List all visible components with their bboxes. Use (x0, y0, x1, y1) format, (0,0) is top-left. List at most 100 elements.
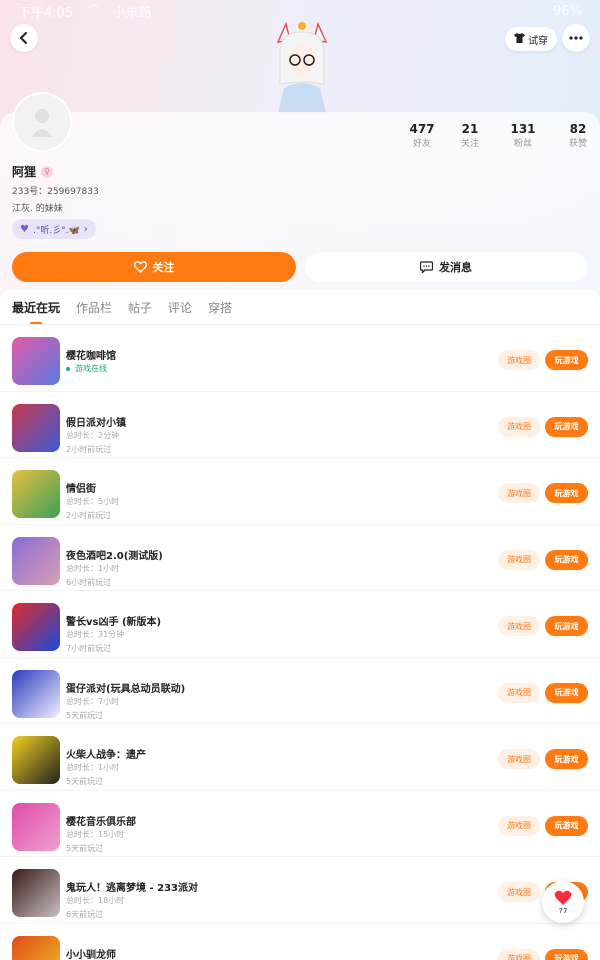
stat-following[interactable]: 21 关注 (449, 121, 491, 151)
message-button[interactable]: 发消息 (305, 252, 587, 282)
like-count: 77 (558, 906, 568, 915)
game-row[interactable]: 假日派对小镇 总时长：2分钟 2小时前玩过 游戏圈 玩游戏 (0, 392, 600, 458)
user-id: 233号：259697833 (12, 187, 99, 197)
username: 阿狸 (12, 165, 37, 179)
tab-outfits[interactable]: 穿搭 (208, 299, 232, 317)
game-last-played: 7小时前玩过 (66, 644, 112, 653)
game-icon[interactable] (12, 337, 60, 385)
purple-heart-icon: ♥ (20, 223, 29, 235)
profile-content: 最近在玩 作品栏 帖子 评论 穿搭 樱花咖啡馆 游戏在线 游戏圈 玩游戏 假日派对小镇总… (0, 290, 600, 960)
game-total-duration: 总时长：5小时 (66, 497, 120, 506)
tab-recently-played[interactable]: 最近在玩 (12, 299, 60, 317)
shirt-icon (514, 32, 525, 46)
game-row[interactable]: 夜色酒吧2.0(测试版) 总时长：1小时 6小时前玩过 游戏圈 玩游戏 (0, 525, 600, 591)
game-total-duration: 总时长：2分钟 (66, 430, 120, 440)
play-game-button[interactable]: 玩游戏 (545, 350, 588, 370)
game-icon[interactable] (12, 536, 60, 585)
play-game-button[interactable]: 玩游戏 (545, 815, 588, 836)
game-name: 夜色酒吧2.0(测试版) (66, 550, 163, 562)
game-last-played: 2小时前玩过 (66, 511, 112, 520)
game-circle-button[interactable]: 游戏圈 (498, 483, 540, 503)
like-floating-button[interactable]: 77 (542, 881, 584, 923)
wifi-icon: ◠ (87, 1, 99, 17)
game-total-duration: 总时长：18小时 (66, 896, 125, 905)
game-name: 情侣街 (66, 484, 96, 495)
try-on-button[interactable]: 试穿 (505, 27, 557, 51)
stat-likes[interactable]: 82 获赞 (555, 121, 600, 151)
game-icon[interactable] (12, 470, 60, 518)
play-game-button[interactable]: 玩游戏 (545, 682, 588, 703)
game-circle-button[interactable]: 游戏圈 (498, 416, 540, 437)
stat-followers[interactable]: 131 粉丝 (494, 121, 552, 151)
game-total-duration: 总时长：15小时 (66, 829, 125, 839)
game-name: 警长vs凶手 (新版本) (66, 617, 162, 628)
game-last-played: 5天前玩过 (66, 843, 104, 853)
game-name: 蛋仔派对(玩具总动员联动) (66, 683, 186, 695)
tab-comments[interactable]: 评论 (168, 299, 192, 317)
relationship-badge[interactable]: ♥ .°听.彡°.🦋 › (12, 219, 96, 239)
game-circle-button[interactable]: 游戏圈 (498, 749, 540, 769)
avatar-3d-figure (262, 18, 342, 113)
game-name: 鬼玩人！逃离梦境 - 233派对 (66, 883, 198, 894)
try-on-label: 试穿 (528, 35, 548, 47)
follow-label: 关注 (152, 261, 175, 274)
game-row[interactable]: 情侣街总时长：5小时 2小时前玩过 游戏圈 玩游戏 (0, 458, 600, 525)
avatar[interactable] (12, 92, 72, 152)
game-row[interactable]: 小小驯龙师总时长：8小时游戏圈玩游戏 (0, 924, 600, 960)
game-icon[interactable] (12, 869, 60, 917)
game-circle-button[interactable]: 游戏圈 (498, 948, 540, 960)
heart-icon (554, 890, 572, 905)
game-name: 火柴人战争：遗产 (66, 750, 146, 761)
play-game-button[interactable]: 玩游戏 (545, 483, 588, 503)
message-label: 发消息 (439, 261, 472, 274)
game-icon[interactable] (12, 603, 60, 651)
badge-label: .°听.彡°.🦋 (32, 225, 80, 236)
play-game-button[interactable]: 玩游戏 (545, 749, 588, 769)
game-circle-button[interactable]: 游戏圈 (498, 350, 540, 370)
status-battery: 96% (553, 3, 582, 19)
play-game-button[interactable]: 玩游戏 (545, 549, 588, 570)
game-circle-button[interactable]: 游戏圈 (498, 616, 540, 636)
status-time: 下午4:05 (18, 5, 74, 21)
follow-button[interactable]: 关注 (12, 252, 296, 282)
game-circle-button[interactable]: 游戏圈 (498, 682, 540, 703)
game-row[interactable]: 樱花咖啡馆 游戏在线 游戏圈 玩游戏 (0, 325, 600, 392)
game-row[interactable]: 警长vs凶手 (新版本) 总时长：31分钟 7小时前玩过 游戏圈 玩游戏 (0, 591, 600, 658)
play-game-button[interactable]: 玩游戏 (545, 948, 588, 960)
game-icon[interactable] (12, 935, 60, 960)
game-row[interactable]: 樱花音乐俱乐部 总时长：15小时 5天前玩过 游戏圈 玩游戏 (0, 791, 600, 857)
tab-posts[interactable]: 帖子 (128, 299, 152, 317)
game-icon[interactable] (12, 736, 60, 784)
game-total-duration: 总时长：31分钟 (66, 630, 125, 639)
game-icon[interactable] (12, 403, 60, 452)
game-row[interactable]: 鬼玩人！逃离梦境 - 233派对总时长：18小时6天前玩过游戏圈玩游戏 (0, 857, 600, 924)
profile-tabs: 最近在玩 作品栏 帖子 评论 穿搭 (12, 299, 232, 317)
game-icon[interactable] (12, 669, 60, 718)
game-circle-button[interactable]: 游戏圈 (498, 549, 540, 570)
profile-stats: 477 好友 21 关注 131 粉丝 82 获赞 (398, 121, 600, 151)
more-button[interactable] (562, 24, 590, 52)
game-name: 樱花音乐俱乐部 (66, 816, 136, 828)
heart-plus-icon (133, 261, 147, 273)
chat-bubble-icon (420, 261, 433, 273)
play-game-button[interactable]: 玩游戏 (545, 616, 588, 636)
game-circle-button[interactable]: 游戏圈 (498, 882, 540, 902)
game-row[interactable]: 蛋仔派对(玩具总动员联动) 总时长：7小时 5天前玩过 游戏圈 玩游戏 (0, 658, 600, 724)
game-total-duration: 总时长：1小时 (66, 763, 120, 772)
back-button[interactable] (10, 24, 38, 52)
game-total-duration: 总时长：1小时 (66, 563, 120, 573)
game-online-status: 游戏在线 (66, 363, 107, 374)
game-row[interactable]: 火柴人战争：遗产 总时长：1小时 5天前玩过 游戏圈 玩游戏 (0, 724, 600, 791)
game-total-duration: 总时长：7小时 (66, 696, 120, 706)
game-icon[interactable] (12, 802, 60, 851)
play-game-button[interactable]: 玩游戏 (545, 416, 588, 437)
game-circle-button[interactable]: 游戏圈 (498, 815, 540, 836)
female-gender-icon: ♀ (41, 165, 54, 178)
game-list: 樱花咖啡馆 游戏在线 游戏圈 玩游戏 假日派对小镇 总时长：2分钟 2小时前玩过 游戏圈 玩游戏… (0, 325, 600, 960)
more-dots-icon (569, 36, 583, 40)
tab-works[interactable]: 作品栏 (76, 299, 112, 317)
stat-friends[interactable]: 477 好友 (398, 121, 446, 151)
game-last-played: 6天前玩过 (66, 910, 104, 919)
avatar-figure-icon (32, 109, 52, 137)
chevron-right-icon: › (83, 223, 88, 235)
